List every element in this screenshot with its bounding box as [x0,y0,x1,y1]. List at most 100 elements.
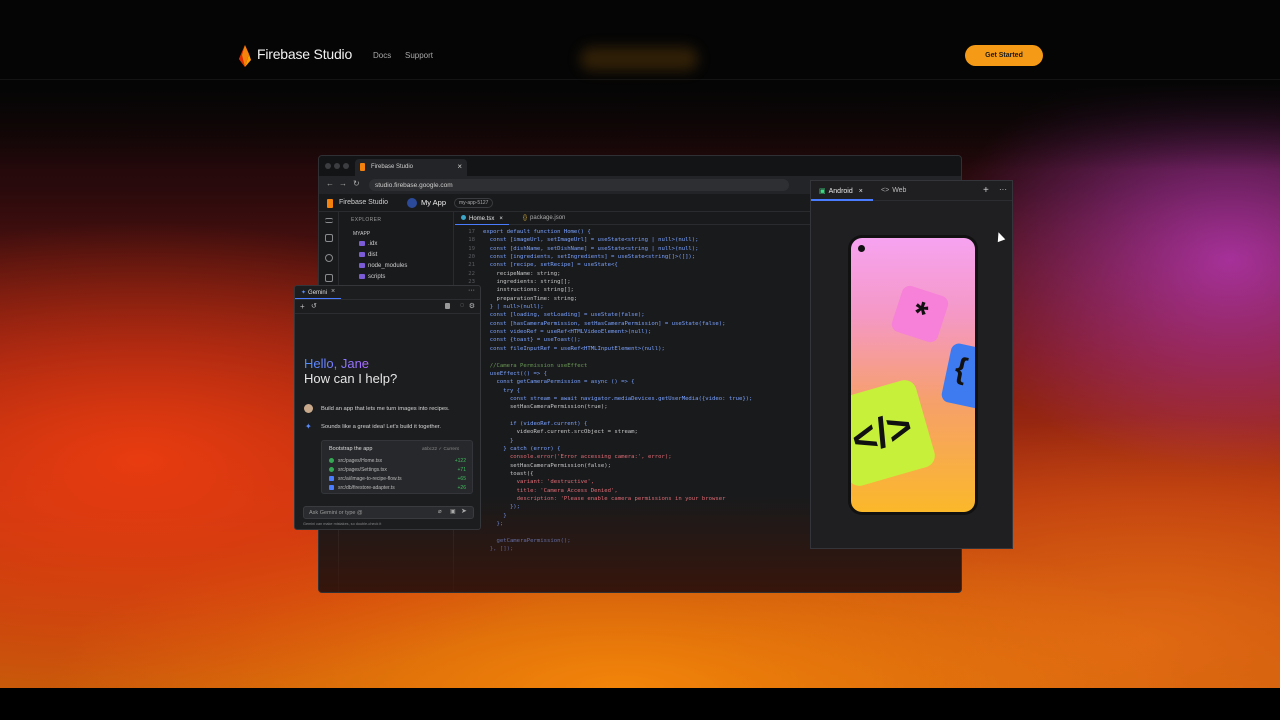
code-text: useEffect(() => { [483,370,547,377]
explorer-root-folder[interactable]: MYAPP [353,231,370,237]
window-minimize-dot[interactable] [334,163,340,169]
tsx-file-icon [461,215,466,220]
code-brackets-icon: <> [881,187,890,194]
changed-file[interactable]: src/pages/Home.tsx [329,458,382,464]
folder-item[interactable]: node_modules [359,263,407,269]
folder-item[interactable]: dist [359,252,377,258]
more-options-icon[interactable]: ··· [468,287,475,294]
android-icon: ▣ [819,188,826,195]
tab-android[interactable]: ▣ Android × [811,181,873,201]
phone-screen[interactable]: * { </> [851,238,975,512]
code-text: description: 'Please enable camera permi… [483,496,726,502]
send-icon[interactable]: ➤ [461,507,467,515]
folder-item[interactable]: .idx [359,241,377,247]
json-file-icon: {} [523,215,528,221]
source-control-icon[interactable] [325,274,333,282]
gemini-response-icon: ✦ [305,422,312,431]
forward-icon[interactable]: → [339,179,347,188]
change-summary-card[interactable]: Bootstrap the app a5bc22 ✓ Current src/p… [321,440,473,494]
gemini-panel: ✦ Gemini × ··· + ↺ ◌ ⚙ Hello, Jane How ca… [294,285,481,530]
file-status-icon [329,476,334,482]
code-text: }; [483,521,504,528]
file-status-icon [329,458,334,464]
code-text: instructions: string[]; [483,287,574,294]
browser-tab[interactable]: Firebase Studio × [355,159,467,176]
close-editor-tab-icon[interactable]: × [499,216,503,222]
window-close-dot[interactable] [325,163,331,169]
history-icon[interactable]: ↺ [311,302,317,310]
brand-name[interactable]: Firebase Studio [257,46,352,62]
code-text: export default function Home() { [483,229,591,235]
window-maximize-dot[interactable] [343,163,349,169]
files-icon[interactable] [325,234,333,242]
get-started-button[interactable]: Get Started [965,45,1043,66]
code-text: variant: 'destructive', [483,479,595,486]
file-status-icon [329,485,334,491]
back-icon[interactable]: ← [326,179,334,188]
gemini-spark-icon: ✦ [301,290,307,296]
code-text: } [483,512,507,519]
file-status-icon [329,467,334,473]
diff-count: +71 [457,467,466,473]
phone-frame: * { </> [848,235,978,515]
disclaimer: Gemini can make mistakes, so double-chec… [303,522,382,526]
search-icon[interactable] [325,254,333,262]
header-glow [580,47,698,71]
project-name[interactable]: My App [421,198,446,207]
code-text: }, []); [483,546,514,553]
nav-docs-link[interactable]: Docs [373,51,391,60]
line-number: 19 [468,245,475,252]
attach-icon[interactable]: ⌀ [438,508,442,515]
folder-icon [359,241,365,246]
code-text: const fileInputRef = useRef<HTMLInputEle… [483,345,665,352]
close-gemini-icon[interactable]: × [331,288,335,295]
settings-gear-icon[interactable]: ⚙ [469,302,475,310]
changed-file[interactable]: src/db/firestore-adapter.ts [329,485,395,491]
code-text: } | null>(null); [483,304,544,311]
changed-file[interactable]: src/ai/image-to-recipe-flow.ts [329,476,402,482]
diff-count: +65 [457,476,466,482]
code-text: try { [483,387,521,394]
close-preview-tab-icon[interactable]: × [859,188,863,195]
line-number: 21 [468,262,475,269]
code-text: getCameraPermission(); [483,537,571,544]
changed-file[interactable]: src/pages/Settings.tsx [329,467,387,473]
code-text: const [imageUrl, setImageUrl] = useState… [483,237,699,244]
browser-tab-bar: Firebase Studio × [319,156,961,176]
workspace-badge[interactable]: my-app-5127 [454,198,494,208]
line-number: 18 [468,237,475,244]
site-header: Firebase Studio Docs Support Get Started [0,0,1280,80]
tab-web[interactable]: <> Web [881,187,906,194]
sync-icon[interactable]: ◌ [460,302,464,309]
close-tab-icon[interactable]: × [457,162,462,171]
folder-item[interactable]: scripts [359,274,385,280]
diff-count: +26 [457,485,466,491]
code-text: console.error('Error accessing camera:',… [483,454,672,461]
firebase-favicon-icon [360,163,365,171]
bottom-bar [0,688,1280,720]
explorer-title: EXPLORER [351,217,382,223]
preview-tabs: ▣ Android × <> Web + ··· [811,181,1012,201]
line-number: 17 [468,229,475,235]
reload-icon[interactable]: ↻ [353,179,360,188]
firebase-logo-icon [239,45,251,67]
code-text: const videoRef = useRef<HTMLVideoElement… [483,329,652,336]
user-avatar [304,404,313,413]
folder-icon [359,263,365,268]
code-text: //Camera Permission useEffect [483,362,588,369]
delete-icon[interactable] [445,303,450,309]
image-icon[interactable]: ▣ [450,508,456,515]
tab-home-tsx[interactable]: Home.tsx × [455,212,509,225]
new-chat-icon[interactable]: + [300,302,305,311]
greeting-subtitle: How can I help? [304,371,398,386]
tab-package-json[interactable]: {} package.json [517,212,571,225]
code-text: const [loading, setLoading] = useState(f… [483,312,645,319]
preview-more-icon[interactable]: ··· [999,185,1007,194]
code-text: const {toast} = useToast(); [483,337,581,344]
add-preview-icon[interactable]: + [983,185,989,196]
gemini-input[interactable]: Ask Gemini or type @ [303,506,474,519]
url-input[interactable]: studio.firebase.google.com [369,179,789,191]
diff-count: +122 [454,458,466,464]
nav-support-link[interactable]: Support [405,51,433,60]
menu-icon[interactable] [325,218,333,223]
